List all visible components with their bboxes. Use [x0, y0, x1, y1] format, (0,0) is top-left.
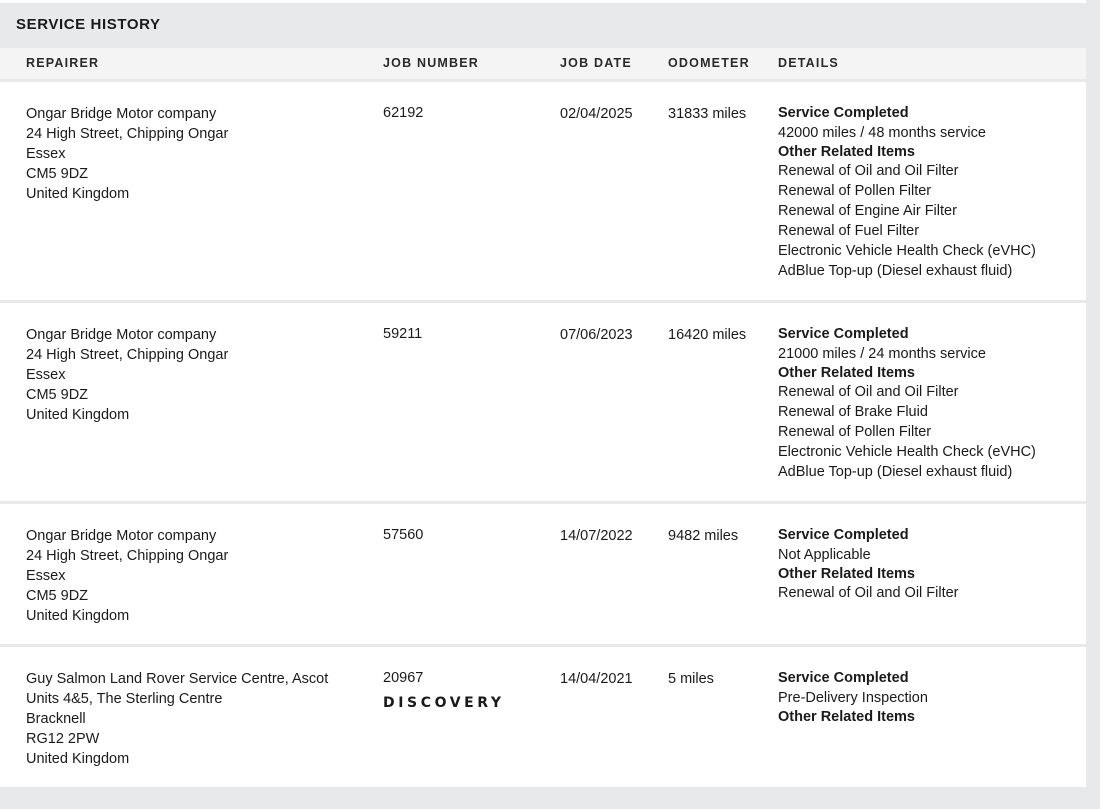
other-item: Renewal of Oil and Oil Filter: [778, 585, 959, 601]
repairer-country: United Kingdom: [26, 186, 130, 202]
repairer-address: Guy Salmon Land Rover Service Centre, As…: [26, 669, 366, 769]
job-number: 62192: [383, 103, 553, 123]
repairer-country: United Kingdom: [26, 608, 130, 624]
service-history-table: REPAIRER JOB NUMBER JOB DATE ODOMETER DE…: [0, 48, 1086, 787]
repairer-postcode: CM5 9DZ: [26, 588, 89, 604]
other-items-heading: Other Related Items: [778, 709, 915, 725]
details: Service Completed 42000 miles / 48 month…: [778, 103, 1078, 281]
other-item: AdBlue Top-up (Diesel exhaust fluid): [778, 464, 1013, 480]
service-completed-heading: Service Completed: [778, 670, 909, 686]
job-date: 02/04/2025: [560, 106, 633, 122]
repairer-postcode: CM5 9DZ: [26, 166, 89, 182]
odometer: 16420 miles: [668, 327, 747, 343]
other-item: Electronic Vehicle Health Check (eVHC): [778, 444, 1036, 460]
other-item: Renewal of Engine Air Filter: [778, 203, 957, 219]
service-history-panel: SERVICE HISTORY REPAIRER JOB NUMBER JOB …: [0, 3, 1086, 787]
discovery-logo: DISCOVERY: [383, 695, 505, 711]
odometer: 5 miles: [668, 671, 714, 687]
repairer-address: Ongar Bridge Motor company 24 High Stree…: [26, 526, 366, 626]
other-item: Renewal of Brake Fluid: [778, 404, 928, 420]
other-item: Electronic Vehicle Health Check (eVHC): [778, 243, 1036, 259]
repairer-name: Ongar Bridge Motor company: [26, 327, 217, 343]
other-items-heading: Other Related Items: [778, 365, 915, 381]
odometer: 9482 miles: [668, 528, 739, 544]
odometer: 31833 miles: [668, 106, 747, 122]
other-item: Renewal of Pollen Filter: [778, 183, 932, 199]
repairer-county: Essex: [26, 367, 66, 383]
repairer-name: Guy Salmon Land Rover Service Centre, As…: [26, 671, 329, 687]
other-items-heading: Other Related Items: [778, 566, 915, 582]
service-completed-value: 42000 miles / 48 months service: [778, 125, 986, 141]
repairer-address: Ongar Bridge Motor company 24 High Stree…: [26, 104, 366, 204]
repairer-street: 24 High Street, Chipping Ongar: [26, 548, 229, 564]
column-header-job-number: JOB NUMBER: [383, 56, 480, 70]
details: Service Completed Not Applicable Other R…: [778, 525, 1078, 603]
table-row: Ongar Bridge Motor company 24 High Stree…: [0, 504, 1086, 647]
table-row: Guy Salmon Land Rover Service Centre, As…: [0, 647, 1086, 787]
service-completed-heading: Service Completed: [778, 527, 909, 543]
repairer-street: 24 High Street, Chipping Ongar: [26, 347, 229, 363]
repairer-country: United Kingdom: [26, 407, 130, 423]
service-completed-value: 21000 miles / 24 months service: [778, 346, 986, 362]
other-item: Renewal of Oil and Oil Filter: [778, 163, 959, 179]
job-number-value: 62192: [383, 105, 424, 121]
job-number: 59211: [383, 324, 553, 344]
repairer-county: Essex: [26, 146, 66, 162]
column-header-odometer: ODOMETER: [668, 56, 750, 70]
repairer-street: 24 High Street, Chipping Ongar: [26, 126, 229, 142]
table-header: REPAIRER JOB NUMBER JOB DATE ODOMETER DE…: [0, 48, 1086, 82]
service-completed-heading: Service Completed: [778, 105, 909, 121]
job-number-value: 57560: [383, 527, 424, 543]
repairer-street: Units 4&5, The Sterling Centre: [26, 691, 223, 707]
job-number: 20967 DISCOVERY: [383, 668, 553, 711]
other-item: AdBlue Top-up (Diesel exhaust fluid): [778, 263, 1013, 279]
repairer-postcode: RG12 2PW: [26, 731, 100, 747]
job-date: 14/04/2021: [560, 671, 633, 687]
repairer-postcode: CM5 9DZ: [26, 387, 89, 403]
service-completed-value: Not Applicable: [778, 547, 871, 563]
other-item: Renewal of Pollen Filter: [778, 424, 932, 440]
repairer-county: Essex: [26, 568, 66, 584]
repairer-country: United Kingdom: [26, 751, 130, 767]
job-number-value: 59211: [383, 326, 423, 342]
repairer-name: Ongar Bridge Motor company: [26, 528, 217, 544]
service-completed-value: Pre-Delivery Inspection: [778, 690, 928, 706]
job-date: 07/06/2023: [560, 327, 633, 343]
job-date: 14/07/2022: [560, 528, 633, 544]
section-title: SERVICE HISTORY: [16, 16, 161, 33]
details: Service Completed 21000 miles / 24 month…: [778, 324, 1078, 482]
other-item: Renewal of Oil and Oil Filter: [778, 384, 959, 400]
other-items-heading: Other Related Items: [778, 144, 915, 160]
repairer-name: Ongar Bridge Motor company: [26, 106, 217, 122]
repairer-address: Ongar Bridge Motor company 24 High Stree…: [26, 325, 366, 425]
details: Service Completed Pre-Delivery Inspectio…: [778, 668, 1078, 726]
job-number: 57560: [383, 525, 553, 545]
table-row: Ongar Bridge Motor company 24 High Stree…: [0, 82, 1086, 303]
other-item: Renewal of Fuel Filter: [778, 223, 920, 239]
column-header-job-date: JOB DATE: [560, 56, 632, 70]
service-completed-heading: Service Completed: [778, 326, 909, 342]
column-header-details: DETAILS: [778, 56, 839, 70]
column-header-repairer: REPAIRER: [26, 56, 100, 70]
repairer-county: Bracknell: [26, 711, 86, 727]
table-row: Ongar Bridge Motor company 24 High Stree…: [0, 303, 1086, 504]
job-number-value: 20967: [383, 670, 424, 686]
